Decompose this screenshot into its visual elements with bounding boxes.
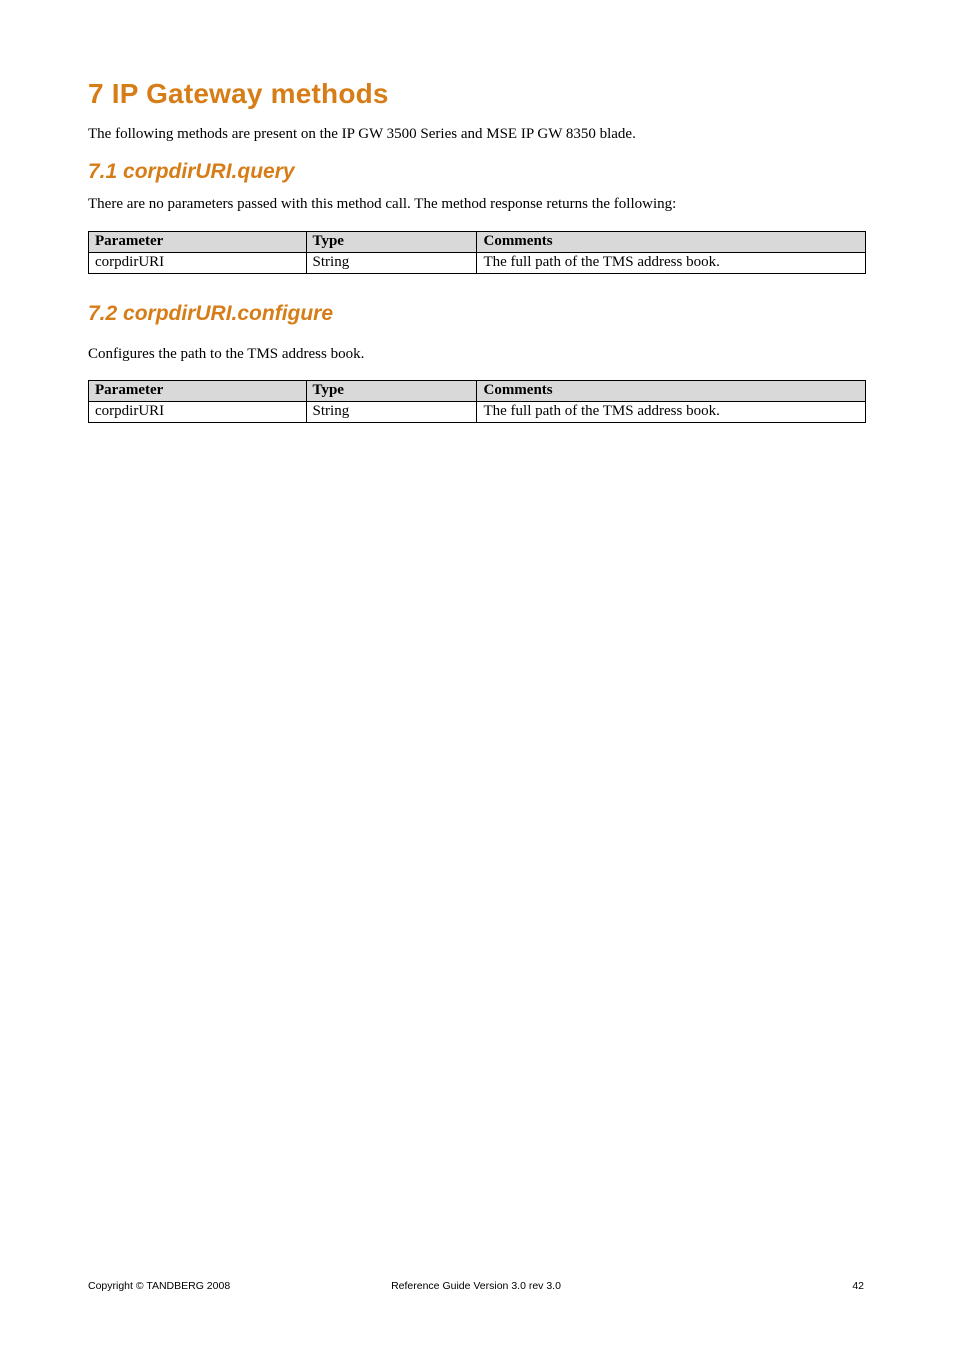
footer-page-number: 42 xyxy=(605,1280,866,1292)
col-header-type: Type xyxy=(306,231,477,252)
param-table-query: Parameter Type Comments corpdirURI Strin… xyxy=(88,231,866,274)
col-header-parameter: Parameter xyxy=(89,380,307,401)
cell-parameter: corpdirURI xyxy=(89,252,307,273)
table-row: corpdirURI String The full path of the T… xyxy=(89,252,866,273)
cell-type: String xyxy=(306,252,477,273)
intro-paragraph: The following methods are present on the… xyxy=(88,124,866,144)
section-lead-query: There are no parameters passed with this… xyxy=(88,194,866,214)
col-header-comments: Comments xyxy=(477,231,866,252)
section-lead-configure: Configures the path to the TMS address b… xyxy=(88,344,866,364)
cell-comments: The full path of the TMS address book. xyxy=(477,252,866,273)
cell-type: String xyxy=(306,401,477,422)
param-table-configure: Parameter Type Comments corpdirURI Strin… xyxy=(88,380,866,423)
cell-comments: The full path of the TMS address book. xyxy=(477,401,866,422)
col-header-type: Type xyxy=(306,380,477,401)
footer-copyright: Copyright © TANDBERG 2008 xyxy=(88,1280,347,1292)
footer-doc-title: Reference Guide Version 3.0 rev 3.0 xyxy=(347,1280,606,1292)
section-title-configure: 7.2 corpdirURI.configure xyxy=(88,302,866,326)
col-header-parameter: Parameter xyxy=(89,231,307,252)
cell-parameter: corpdirURI xyxy=(89,401,307,422)
col-header-comments: Comments xyxy=(477,380,866,401)
page-title: 7 IP Gateway methods xyxy=(88,78,866,110)
table-header-row: Parameter Type Comments xyxy=(89,231,866,252)
table-header-row: Parameter Type Comments xyxy=(89,380,866,401)
page-footer: Copyright © TANDBERG 2008 Reference Guid… xyxy=(0,1280,954,1292)
table-row: corpdirURI String The full path of the T… xyxy=(89,401,866,422)
section-title-query: 7.1 corpdirURI.query xyxy=(88,160,866,184)
